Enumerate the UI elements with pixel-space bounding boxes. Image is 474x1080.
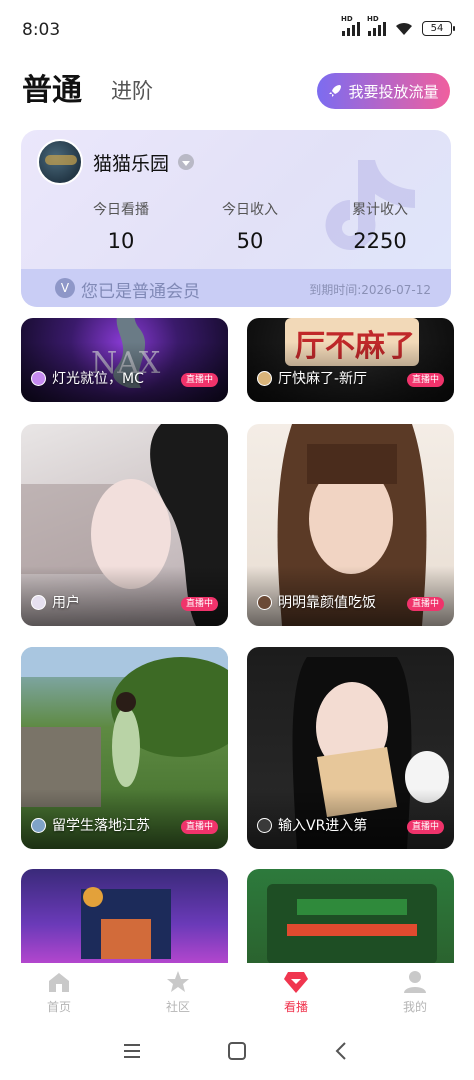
wifi-icon <box>396 22 412 35</box>
header: 普通 进阶 我要投放流量 <box>0 60 474 120</box>
room-avatar[interactable] <box>37 139 83 185</box>
membership-expire: 到期时间:2026-07-12 <box>309 283 431 297</box>
stream-title: 明明靠颜值吃饭 <box>278 595 376 611</box>
stat-today-views: 今日看播 10 <box>61 199 181 253</box>
member-card: 猫猫乐园 今日看播 10 今日收入 50 累计收入 2250 V 您已是普通会员… <box>21 130 451 307</box>
tab-normal[interactable]: 普通 <box>22 65 82 109</box>
live-badge: 直播中 <box>180 820 218 834</box>
stream-card[interactable] <box>21 869 228 963</box>
status-icons: HD HD 54 <box>341 15 455 36</box>
gem-icon <box>284 972 308 993</box>
stream-title-row: 明明靠颜值吃饭 <box>257 592 376 612</box>
stream-title-row: 灯光就位，MC <box>31 368 144 388</box>
membership-status: 您已是普通会员 <box>81 282 200 302</box>
menu-icon[interactable] <box>122 1041 142 1061</box>
battery-icon: 54 <box>422 20 455 36</box>
streamer-avatar <box>257 370 272 386</box>
vip-badge-icon: V <box>55 278 75 298</box>
stat-value: 2250 <box>353 229 407 253</box>
chevron-down-icon[interactable] <box>178 154 194 170</box>
stat-today-income: 今日收入 50 <box>190 199 310 253</box>
live-badge: 直播中 <box>406 820 444 834</box>
rocket-icon <box>329 85 342 97</box>
live-badge: 直播中 <box>180 373 218 387</box>
stream-title: 用户 <box>52 595 80 611</box>
battery-level: 54 <box>430 22 444 34</box>
stream-title: 灯光就位，MC <box>52 371 144 387</box>
stream-card[interactable]: 留学生落地江苏 直播中 <box>21 647 228 849</box>
stat-label: 今日看播 <box>93 202 149 218</box>
stream-thumbnail <box>81 887 171 959</box>
stat-label: 累计收入 <box>352 202 408 218</box>
stream-card[interactable]: 厅不麻了 厅快麻了-新厅 直播中 <box>247 318 454 402</box>
promote-traffic-label: 我要投放流量 <box>348 82 439 101</box>
streamer-avatar <box>31 370 46 386</box>
stream-thumbnail <box>267 884 437 963</box>
system-nav-bar <box>0 1021 474 1080</box>
nav-profile[interactable]: 我的 <box>375 969 455 1015</box>
nav-watch[interactable]: 看播 <box>256 969 336 1015</box>
room-name[interactable]: 猫猫乐园 <box>93 149 169 176</box>
promote-traffic-button[interactable]: 我要投放流量 <box>317 73 450 109</box>
star-icon <box>167 971 189 992</box>
stat-value: 50 <box>236 229 264 253</box>
streamer-avatar <box>31 817 46 833</box>
stream-card[interactable]: 输入VR进入第 直播中 <box>247 647 454 849</box>
signal-hd-label: HD <box>367 15 379 23</box>
nav-label: 首页 <box>46 1000 71 1014</box>
bottom-nav: 首页 社区 看播 我的 <box>0 963 474 1021</box>
status-time: 8:03 <box>22 20 61 40</box>
nav-community[interactable]: 社区 <box>138 969 218 1015</box>
stream-card[interactable]: NAX 灯光就位，MC 直播中 <box>21 318 228 402</box>
stream-title-row: 输入VR进入第 <box>257 815 367 835</box>
nav-label: 社区 <box>165 1000 190 1014</box>
membership-bar[interactable]: V 您已是普通会员 到期时间:2026-07-12 <box>21 269 451 307</box>
streamer-avatar <box>257 594 272 610</box>
nav-label: 我的 <box>402 1000 427 1014</box>
live-badge: 直播中 <box>406 373 444 387</box>
signal-hd-label: HD <box>341 15 353 23</box>
stat-value: 10 <box>107 229 135 253</box>
stream-card[interactable]: 明明靠颜值吃饭 直播中 <box>247 424 454 626</box>
home-square-icon[interactable] <box>227 1041 247 1061</box>
signal-icon: HD <box>341 15 360 36</box>
home-icon <box>49 973 69 992</box>
live-badge: 直播中 <box>406 597 444 611</box>
stream-card[interactable]: 用户 直播中 <box>21 424 228 626</box>
stream-title: 输入VR进入第 <box>278 818 368 834</box>
stream-grid: NAX 灯光就位，MC 直播中 厅不麻了 厅快麻了-新厅 直播中 用户 <box>0 318 474 963</box>
stat-total-income: 累计收入 2250 <box>320 199 440 253</box>
stream-title-row: 留学生落地江苏 <box>31 815 150 835</box>
nav-label: 看播 <box>283 1000 308 1014</box>
stream-title: 留学生落地江苏 <box>52 818 150 834</box>
tab-advanced[interactable]: 进阶 <box>111 75 153 105</box>
stream-title-row: 厅快麻了-新厅 <box>257 368 367 388</box>
person-icon <box>404 971 426 993</box>
stat-label: 今日收入 <box>222 202 278 218</box>
stream-title-row: 用户 <box>31 592 80 612</box>
stream-card[interactable] <box>247 869 454 963</box>
stream-title: 厅快麻了-新厅 <box>278 371 368 387</box>
live-badge: 直播中 <box>180 597 218 611</box>
back-icon[interactable] <box>332 1041 352 1061</box>
nav-home[interactable]: 首页 <box>19 969 99 1015</box>
status-bar: 8:03 HD HD 54 <box>0 0 474 60</box>
streamer-avatar <box>257 817 272 833</box>
streamer-avatar <box>31 594 46 610</box>
signal-icon: HD <box>367 15 386 36</box>
